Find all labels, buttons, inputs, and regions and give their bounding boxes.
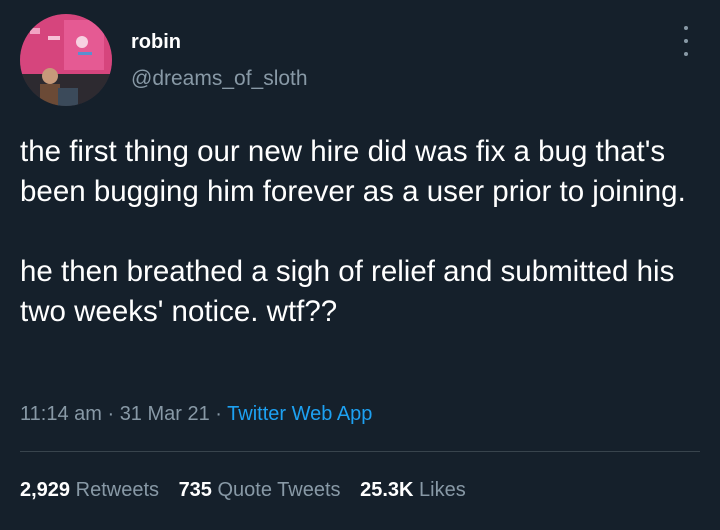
author-name[interactable]: robin (131, 30, 181, 54)
dot (684, 52, 688, 56)
more-options-icon[interactable] (676, 26, 696, 56)
retweets-stat[interactable]: 2,929 Retweets (20, 479, 159, 501)
avatar-image (20, 14, 112, 106)
quote-tweets-count: 735 (178, 479, 212, 501)
source-link[interactable]: Twitter Web App (227, 403, 372, 425)
tweet-paragraph: the first thing our new hire did was fix… (20, 135, 686, 208)
retweets-label: Retweets (75, 479, 159, 501)
tweet-date[interactable]: 31 Mar 21 (120, 403, 210, 425)
retweets-count: 2,929 (20, 479, 71, 501)
likes-label: Likes (419, 479, 466, 501)
tweet-metadata: 11:14 am · 31 Mar 21 · Twitter Web App (20, 401, 372, 427)
dot (684, 26, 688, 30)
engagement-stats: 2,929 Retweets 735 Quote Tweets 25.3K Li… (20, 477, 480, 503)
separator: · (209, 403, 228, 425)
author-handle[interactable]: @dreams_of_sloth (131, 66, 308, 92)
avatar[interactable] (20, 14, 112, 106)
tweet-text: the first thing our new hire did was fix… (20, 132, 710, 332)
quote-tweets-label: Quote Tweets (217, 479, 341, 501)
tweet-time[interactable]: 11:14 am (20, 403, 102, 425)
dot (684, 39, 688, 43)
tweet-paragraph: he then breathed a sigh of relief and su… (20, 255, 675, 328)
divider (20, 451, 700, 452)
likes-count: 25.3K (360, 479, 414, 501)
likes-stat[interactable]: 25.3K Likes (360, 479, 466, 501)
tweet-card: robin @dreams_of_sloth the first thing o… (0, 0, 720, 530)
quote-tweets-stat[interactable]: 735 Quote Tweets (179, 479, 341, 501)
separator: · (101, 403, 120, 425)
